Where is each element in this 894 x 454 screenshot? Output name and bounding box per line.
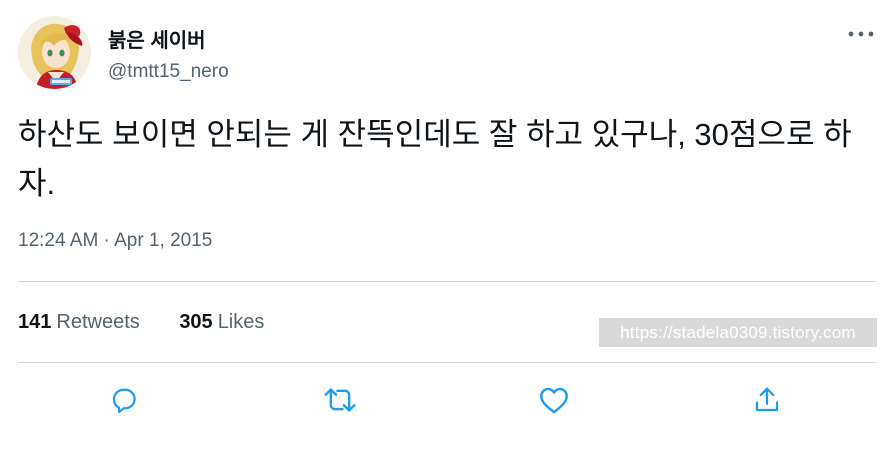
tweet-timestamp[interactable]: 12:24 AM · Apr 1, 2015 (18, 230, 212, 252)
retweets-label: Retweets (56, 311, 140, 333)
like-icon (540, 387, 568, 414)
divider (18, 362, 876, 363)
like-button[interactable] (537, 383, 571, 417)
likes-label: Likes (217, 311, 265, 333)
retweets-stat[interactable]: 141 Retweets (18, 311, 140, 334)
share-icon (755, 387, 779, 412)
reply-button[interactable] (107, 383, 141, 417)
avatar-image (18, 16, 91, 89)
watermark: https://stadela0309.tistory.com (599, 318, 877, 347)
retweet-button[interactable] (323, 383, 357, 417)
share-button[interactable] (750, 383, 784, 417)
retweets-count: 141 (18, 311, 52, 333)
likes-stat[interactable]: 305 Likes (179, 311, 264, 334)
reply-icon (112, 388, 136, 414)
avatar[interactable] (18, 16, 91, 89)
tweet-stats: 141 Retweets 305 Likes (18, 311, 264, 334)
tweet-card: 붉은 세이버 @tmtt15_nero 하산도 보이면 안되는 게 잔뜩인데도 … (0, 0, 894, 454)
likes-count: 305 (179, 311, 213, 333)
more-options-icon[interactable] (846, 20, 876, 48)
author-display-name[interactable]: 붉은 세이버 (108, 24, 206, 53)
divider (18, 281, 876, 282)
author-handle[interactable]: @tmtt15_nero (108, 61, 229, 83)
retweet-icon (324, 388, 356, 412)
tweet-text: 하산도 보이면 안되는 게 잔뜩인데도 잘 하고 있구나, 30점으로 하자. (18, 117, 852, 201)
